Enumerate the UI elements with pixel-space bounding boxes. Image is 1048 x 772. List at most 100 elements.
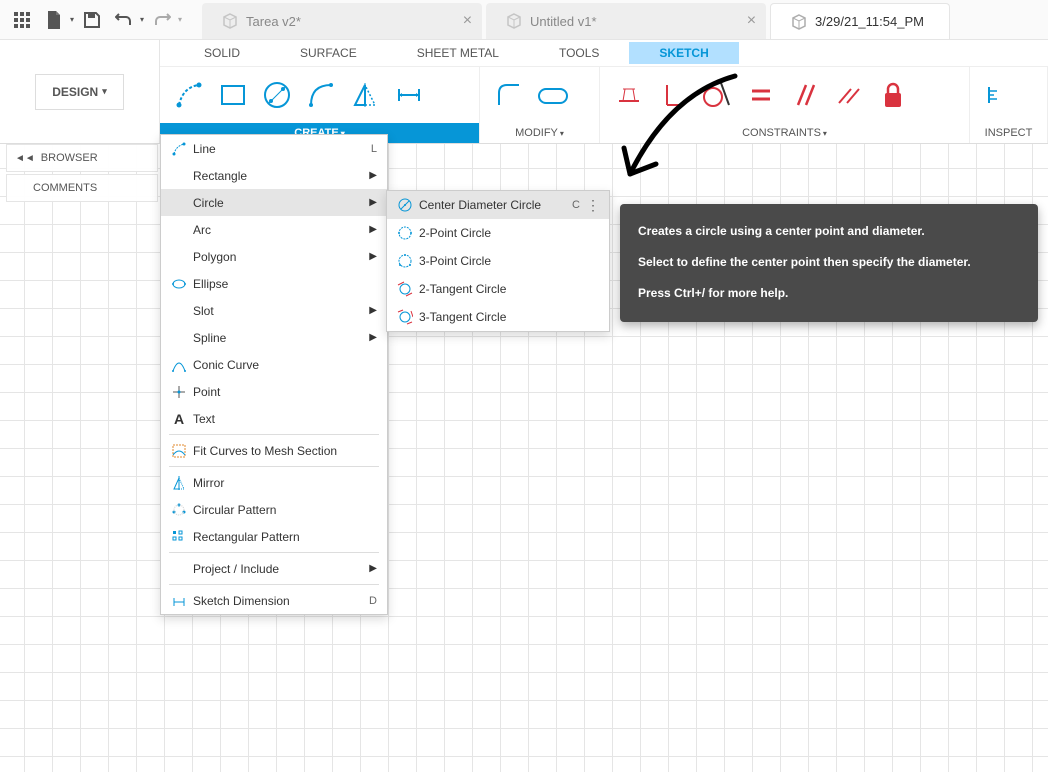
undo-dropdown-caret[interactable]: ▾ [140,15,144,24]
submenu-arrow-icon: ▶ [369,563,377,574]
cube-icon [506,13,522,29]
equal-constraint-button[interactable] [740,74,782,116]
constraints-group-label[interactable]: CONSTRAINTS ▾ [600,123,969,143]
dimension-tool-button[interactable] [388,74,430,116]
arc-tool-button[interactable] [300,74,342,116]
app-grid-button[interactable] [8,6,36,34]
undo-button[interactable] [110,6,138,34]
ribbon-tab-solid[interactable]: SOLID [174,42,270,64]
point-icon [169,382,189,402]
menu-item-arc[interactable]: Arc ▶ [161,216,387,243]
menu-label: Polygon [193,250,236,264]
menu-separator [169,466,379,467]
comments-label: COMMENTS [33,182,97,194]
menu-shortcut: C [572,199,580,211]
undo-icon [115,13,133,27]
submenu-arrow-icon: ▶ [369,224,377,235]
kebab-icon[interactable]: ⋮ [586,197,599,214]
ribbon-tab-sheetmetal[interactable]: SHEET METAL [387,42,529,64]
file-dropdown-caret[interactable]: ▾ [70,15,74,24]
submenu-3tangent[interactable]: 3-Tangent Circle [387,303,609,331]
ribbon-tabs: SOLID SURFACE SHEET METAL TOOLS SKETCH [160,40,1048,66]
new-file-button[interactable] [40,6,68,34]
fillet-tool-button[interactable] [488,74,530,116]
menu-item-polygon[interactable]: Polygon ▶ [161,243,387,270]
submenu-arrow-icon: ▶ [369,251,377,262]
line-tool-button[interactable] [168,74,210,116]
submenu-2tangent[interactable]: 2-Tangent Circle [387,275,609,303]
ribbon-group-inspect: INSPECT [970,67,1048,143]
tab-close-button[interactable]: × [747,12,756,30]
comments-panel-header[interactable]: COMMENTS [6,174,158,202]
menu-label: Slot [193,304,214,318]
file-icon [46,11,62,29]
menu-item-text[interactable]: A Text [161,405,387,432]
help-tooltip: Creates a circle using a center point an… [620,204,1038,322]
top-bar: ▾ ▾ ▾ Tarea v2* × Untitled v1* × [0,0,1048,40]
menu-item-circular-pattern[interactable]: Circular Pattern [161,496,387,523]
menu-item-slot[interactable]: Slot ▶ [161,297,387,324]
lock-constraint-button[interactable] [872,74,914,116]
center-diameter-circle-icon [395,195,415,215]
modify-group-label[interactable]: MODIFY ▾ [480,123,599,143]
sketch-canvas[interactable]: ◄◄ BROWSER COMMENTS Line L Rectangle ▶ C… [0,144,1048,772]
tab-label: 3/29/21_11:54_PM [815,14,924,29]
document-tab-2[interactable]: 3/29/21_11:54_PM [770,3,950,39]
tab-close-button[interactable]: × [463,12,472,30]
redo-dropdown-caret[interactable]: ▾ [178,15,182,24]
document-tab-0[interactable]: Tarea v2* × [202,3,482,39]
document-tab-1[interactable]: Untitled v1* × [486,3,766,39]
menu-item-rectangle[interactable]: Rectangle ▶ [161,162,387,189]
submenu-3point[interactable]: 3-Point Circle [387,247,609,275]
menu-label: Ellipse [193,277,228,291]
horizontal-constraint-button[interactable] [608,74,650,116]
mirror-tool-button[interactable] [344,74,386,116]
menu-item-mirror[interactable]: Mirror [161,469,387,496]
tangent-constraint-button[interactable] [696,74,738,116]
chevron-down-icon: ▾ [102,86,107,97]
ribbon-tab-tools[interactable]: TOOLS [529,42,629,64]
menu-label: Circular Pattern [193,503,276,517]
menu-item-ellipse[interactable]: Ellipse [161,270,387,297]
menu-item-line[interactable]: Line L [161,135,387,162]
menu-label: Spline [193,331,226,345]
measure-tool-button[interactable] [978,74,1020,116]
redo-button[interactable] [148,6,176,34]
submenu-arrow-icon: ▶ [369,170,377,181]
menu-item-circle[interactable]: Circle ▶ [161,189,387,216]
inspect-group-label[interactable]: INSPECT [970,123,1047,143]
menu-item-spline[interactable]: Spline ▶ [161,324,387,351]
menu-label: Point [193,385,220,399]
circle-tool-button[interactable] [256,74,298,116]
menu-label: 2-Tangent Circle [419,282,506,296]
inspect-tools [970,67,1047,123]
menu-separator [169,584,379,585]
redo-icon [153,13,171,27]
coincident-constraint-button[interactable] [828,74,870,116]
dimension-icon [169,591,189,611]
menu-label: Fit Curves to Mesh Section [193,444,337,458]
ellipse-icon [169,274,189,294]
menu-label: 3-Point Circle [419,254,491,268]
ribbon-tab-surface[interactable]: SURFACE [270,42,387,64]
menu-label: 2-Point Circle [419,226,491,240]
submenu-2point[interactable]: 2-Point Circle [387,219,609,247]
ribbon-tab-sketch[interactable]: SKETCH [629,42,738,64]
submenu-center-diameter[interactable]: Center Diameter Circle C ⋮ [387,191,609,219]
save-button[interactable] [78,6,106,34]
menu-item-fitcurves[interactable]: Fit Curves to Mesh Section [161,437,387,464]
menu-item-conic[interactable]: Conic Curve [161,351,387,378]
parallel-constraint-button[interactable] [784,74,826,116]
rectangle-tool-button[interactable] [212,74,254,116]
menu-item-rectangular-pattern[interactable]: Rectangular Pattern [161,523,387,550]
workspace-button[interactable]: DESIGN ▾ [35,74,124,110]
menu-item-project[interactable]: Project / Include ▶ [161,555,387,582]
menu-label: Conic Curve [193,358,259,372]
slot-tool-button[interactable] [532,74,574,116]
menu-item-point[interactable]: Point [161,378,387,405]
browser-panel-header[interactable]: ◄◄ BROWSER [6,144,158,172]
submenu-arrow-icon: ▶ [369,332,377,343]
menu-item-dimension[interactable]: Sketch Dimension D [161,587,387,614]
vertical-constraint-button[interactable] [652,74,694,116]
menu-label: Line [193,142,216,156]
